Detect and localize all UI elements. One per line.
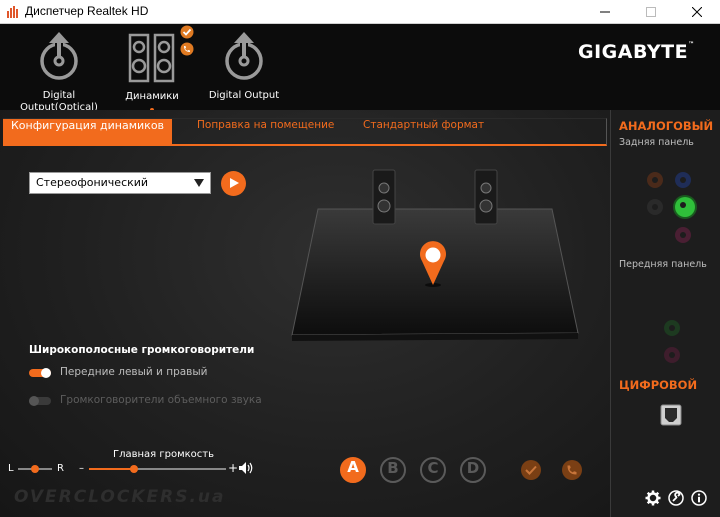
phone-icon[interactable] bbox=[561, 459, 583, 481]
minimize-icon bbox=[600, 11, 610, 13]
balance-slider-track[interactable] bbox=[18, 465, 52, 473]
tab-default-format[interactable]: Стандартный формат bbox=[363, 119, 484, 145]
device-digital-output[interactable]: Digital Output bbox=[200, 24, 288, 110]
realtek-app-icon bbox=[7, 6, 18, 18]
profile-c-button[interactable]: C bbox=[420, 457, 446, 483]
tab-room-correction[interactable]: Поправка на помещение bbox=[197, 119, 334, 145]
device-label: Digital Output bbox=[208, 90, 280, 101]
surround-toggle[interactable] bbox=[29, 396, 51, 406]
device-speakers[interactable]: Динамики bbox=[112, 24, 194, 112]
maximize-icon bbox=[646, 7, 656, 17]
connector-panel: АНАЛОГОВЫЙ Задняя панель Передняя панель… bbox=[611, 110, 720, 517]
digital-optical-output-icon bbox=[40, 32, 78, 80]
rear-jack-green-active[interactable] bbox=[675, 197, 695, 217]
left-speaker-icon bbox=[372, 169, 396, 225]
profile-b-button[interactable]: B bbox=[380, 457, 406, 483]
toggle-knob bbox=[29, 396, 39, 406]
front-jack-green[interactable] bbox=[664, 320, 680, 336]
tab-speaker-config[interactable]: Конфигурация динамиков bbox=[3, 119, 173, 145]
gigabyte-logo: GIGABYTE™ bbox=[578, 41, 695, 63]
surround-label: Громкоговорители объемного звука bbox=[60, 394, 262, 406]
check-icon[interactable] bbox=[520, 459, 542, 481]
phone-badge-icon bbox=[180, 42, 194, 56]
front-lr-label: Передние левый и правый bbox=[60, 366, 208, 378]
dropdown-arrow-icon bbox=[194, 179, 204, 187]
rear-jack-pink[interactable] bbox=[675, 227, 691, 243]
speaker-mode-select[interactable]: Стереофонический bbox=[29, 172, 211, 194]
profile-d-button[interactable]: D bbox=[460, 457, 486, 483]
window-title: Диспетчер Realtek HD bbox=[25, 4, 149, 18]
rear-jack-blue[interactable] bbox=[675, 172, 691, 188]
volume-slider-fill bbox=[89, 468, 135, 470]
toggle-knob bbox=[41, 368, 51, 378]
play-test-button[interactable] bbox=[221, 171, 246, 196]
wideband-speakers-title: Широкополосные громкоговорители bbox=[29, 344, 255, 356]
volume-plus-label: + bbox=[228, 461, 239, 475]
rear-jack-orange[interactable] bbox=[647, 172, 663, 188]
rear-panel-label: Задняя панель bbox=[619, 137, 694, 148]
volume-slider-track[interactable] bbox=[89, 465, 226, 473]
front-lr-row: Передние левый и правый bbox=[29, 366, 229, 380]
balance-left-label: L bbox=[8, 463, 14, 474]
front-lr-toggle[interactable] bbox=[29, 368, 51, 378]
spdif-port-icon[interactable] bbox=[660, 404, 682, 426]
right-speaker-icon bbox=[474, 169, 498, 225]
digital-output-icon bbox=[225, 32, 263, 80]
realtek-hd-manager-window: Диспетчер Realtek HD Digital Output(Opti… bbox=[0, 0, 720, 517]
device-bar: Digital Output(Optical) Динамики Digital… bbox=[0, 24, 720, 113]
device-digital-optical[interactable]: Digital Output(Optical) bbox=[14, 24, 104, 113]
volume-slider-knob[interactable] bbox=[130, 465, 139, 473]
speaker-stage bbox=[291, 169, 579, 341]
main-panel: Конфигурация динамиков Поправка на помещ… bbox=[0, 110, 610, 517]
close-icon bbox=[692, 7, 702, 17]
speakers-icon bbox=[128, 33, 175, 83]
speaker-mode-value: Стереофонический bbox=[36, 176, 149, 189]
minimize-button[interactable] bbox=[582, 0, 628, 24]
rear-jack-black[interactable] bbox=[647, 199, 663, 215]
watermark-text: OVERCLOCKERS.ua bbox=[14, 487, 226, 507]
profile-a-button[interactable]: A bbox=[340, 457, 366, 483]
front-jack-pink[interactable] bbox=[664, 347, 680, 363]
tab-bar: Конфигурация динамиков Поправка на помещ… bbox=[3, 118, 607, 146]
balance-right-label: R bbox=[57, 463, 64, 474]
speaker-volume-icon[interactable] bbox=[238, 461, 256, 475]
balance-slider-knob[interactable] bbox=[31, 465, 39, 473]
analog-heading: АНАЛОГОВЫЙ bbox=[619, 119, 714, 133]
close-button[interactable] bbox=[674, 0, 720, 24]
volume-minus-label: – bbox=[79, 463, 84, 474]
wrench-icon[interactable] bbox=[668, 490, 684, 506]
check-badge-icon bbox=[180, 25, 194, 39]
surround-row: Громкоговорители объемного звука bbox=[29, 394, 262, 408]
device-label: Динамики bbox=[125, 91, 179, 102]
maximize-button[interactable] bbox=[628, 0, 674, 24]
main-volume-label: Главная громкость bbox=[113, 449, 215, 460]
digital-heading: ЦИФРОВОЙ bbox=[619, 378, 698, 392]
info-icon[interactable] bbox=[691, 490, 707, 506]
gear-icon[interactable] bbox=[645, 490, 661, 506]
title-bar: Диспетчер Realtek HD bbox=[0, 0, 720, 24]
front-panel-label: Передняя панель bbox=[619, 259, 707, 270]
